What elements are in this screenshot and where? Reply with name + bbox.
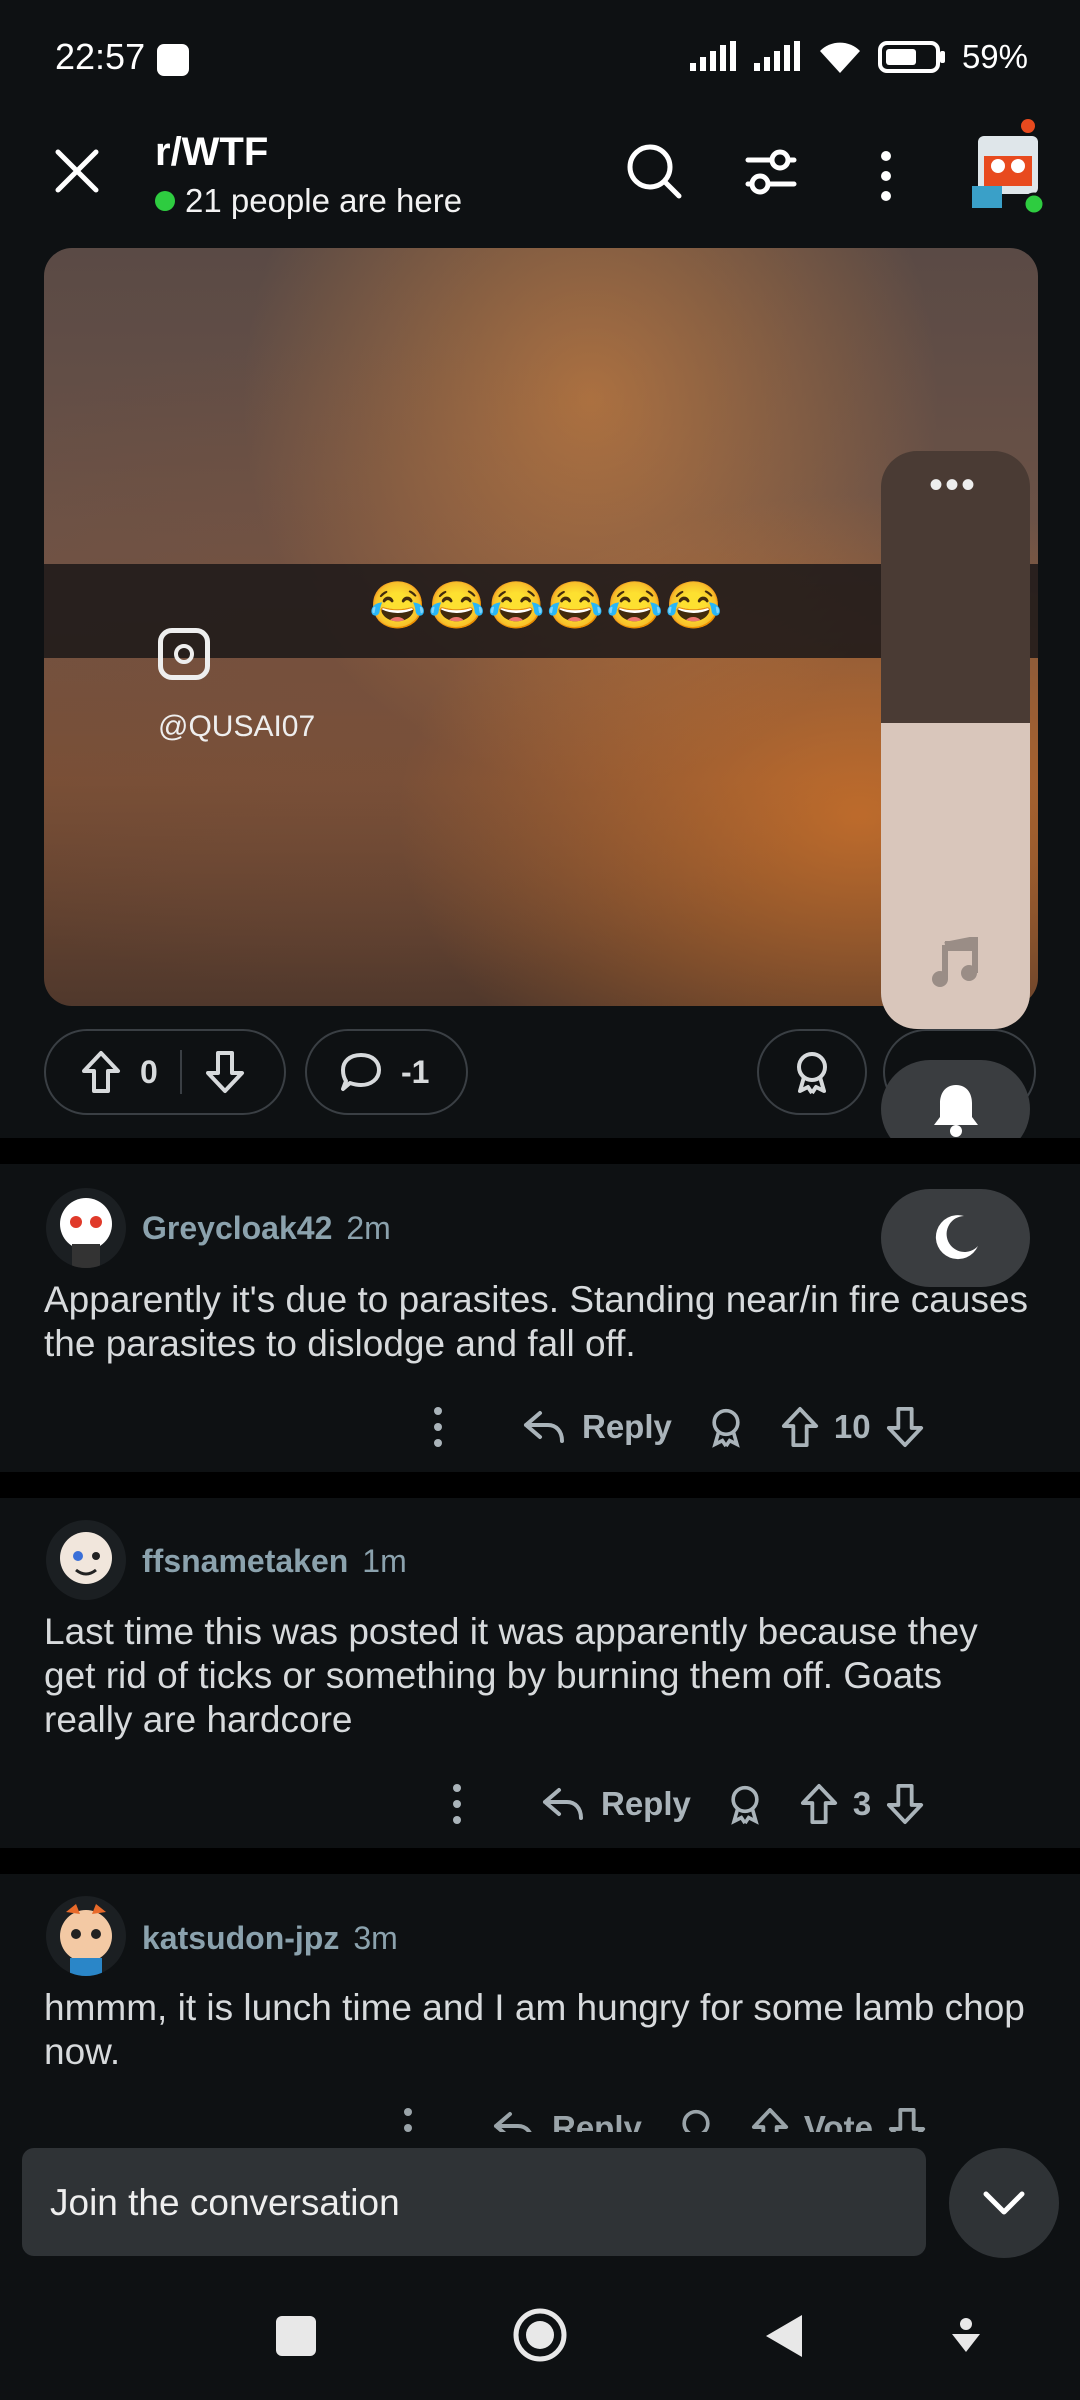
- instagram-icon: [158, 628, 210, 680]
- user-avatar[interactable]: [966, 116, 1050, 216]
- music-note-icon: [932, 937, 978, 987]
- comment-time: 1m: [362, 1543, 407, 1579]
- avatar-image: [972, 119, 1046, 216]
- comment-body: Apparently it's due to parasites. Standi…: [44, 1279, 1029, 1364]
- avatar-image: [60, 1904, 112, 1976]
- avatar[interactable]: [46, 1520, 126, 1600]
- presence-text: 21 people are here: [185, 182, 463, 219]
- comment-body: Last time this was posted it was apparen…: [44, 1611, 978, 1740]
- chevron-down-icon: [983, 2191, 1025, 2215]
- avatar-image: [60, 1198, 112, 1268]
- comment-header: ffsnametaken 1m: [142, 1543, 407, 1580]
- collapse-button[interactable]: [949, 2148, 1059, 2258]
- signal-icon-2: [753, 41, 800, 71]
- avatar[interactable]: [46, 1188, 126, 1268]
- more-options-icon[interactable]: [447, 1782, 467, 1826]
- search-icon[interactable]: [625, 142, 683, 200]
- home-button[interactable]: [512, 2307, 568, 2363]
- system-navigation: [0, 2290, 1080, 2400]
- online-dot: [155, 191, 175, 211]
- status-bar: 22:57 59%: [0, 0, 1080, 110]
- comment-composer[interactable]: Join the conversation: [22, 2148, 926, 2256]
- reply-label: Reply: [582, 1408, 672, 1445]
- reply-icon: [524, 1411, 564, 1443]
- comment-body: hmmm, it is lunch time and I am hungry f…: [44, 1987, 1025, 2072]
- comments-button[interactable]: -1: [305, 1029, 468, 1115]
- comment-author[interactable]: katsudon-jpz: [142, 1920, 339, 1957]
- comment-author[interactable]: ffsnametaken: [142, 1543, 348, 1580]
- comment-time: 2m: [346, 1210, 391, 1246]
- comment-header: katsudon-jpz 3m: [142, 1920, 398, 1957]
- dark-mode-button[interactable]: [881, 1189, 1030, 1287]
- vote-divider: [179, 1050, 182, 1094]
- award-icon: [797, 1052, 827, 1095]
- downvote-icon[interactable]: [204, 1049, 246, 1095]
- avatar-image: [60, 1532, 112, 1584]
- more-options-icon[interactable]: [874, 148, 898, 204]
- battery-icon: [877, 41, 945, 73]
- page-title[interactable]: r/WTF: [155, 130, 268, 175]
- award-icon[interactable]: [725, 1782, 765, 1826]
- top-bar: r/WTF 21 people are here: [0, 110, 1080, 245]
- section-divider: [0, 1472, 1080, 1498]
- filter-icon[interactable]: [742, 146, 800, 198]
- upvote-icon[interactable]: [80, 1049, 122, 1095]
- more-options-icon[interactable]: [428, 1405, 448, 1449]
- wifi-icon: [819, 42, 860, 73]
- downvote-icon[interactable]: [885, 1405, 925, 1449]
- post-score: 0: [140, 1053, 158, 1090]
- comment-count: -1: [401, 1053, 430, 1090]
- reply-icon: [543, 1788, 583, 1820]
- comment-actions: Reply 3: [447, 1782, 925, 1826]
- bell-icon: [933, 1085, 978, 1137]
- comment-score: 3: [852, 1785, 872, 1822]
- award-icon[interactable]: [706, 1405, 746, 1449]
- video-watermark-handle: @QUSAI07: [158, 710, 316, 743]
- avatar[interactable]: [46, 1896, 126, 1976]
- section-divider: [0, 1848, 1080, 1874]
- comment-header: Greycloak42 2m: [142, 1210, 391, 1247]
- comment-time: 3m: [353, 1920, 398, 1956]
- keyboard-hide-icon[interactable]: [950, 2316, 982, 2356]
- volume-more-icon[interactable]: •••: [929, 463, 977, 508]
- reply-label: Reply: [601, 1785, 691, 1822]
- recents-button[interactable]: [276, 2316, 316, 2356]
- notification-icon: [157, 44, 189, 76]
- moon-icon: [935, 1215, 978, 1260]
- battery-percent: 59%: [961, 38, 1028, 75]
- upvote-icon[interactable]: [799, 1782, 839, 1826]
- reply-button[interactable]: Reply: [522, 1407, 672, 1447]
- comment-author[interactable]: Greycloak42: [142, 1210, 332, 1247]
- comment-score: 10: [833, 1408, 871, 1445]
- vote-control: 0: [44, 1029, 286, 1115]
- award-button[interactable]: [757, 1029, 867, 1115]
- upvote-icon[interactable]: [780, 1405, 820, 1449]
- comment-icon: [341, 1053, 381, 1091]
- comment-vote: 10: [780, 1405, 925, 1449]
- composer-placeholder: Join the conversation: [50, 2182, 400, 2223]
- comment-vote: 3: [799, 1782, 925, 1826]
- downvote-icon[interactable]: [885, 1782, 925, 1826]
- presence-indicator: 21 people are here: [155, 182, 462, 220]
- status-icons: 59%: [688, 38, 1028, 76]
- section-divider: [0, 1138, 1080, 1164]
- signal-icon: [689, 41, 736, 71]
- clock: 22:57: [55, 36, 146, 77]
- comment-actions: Reply 10: [428, 1405, 925, 1449]
- back-button[interactable]: [762, 2311, 806, 2361]
- close-icon[interactable]: [52, 146, 102, 196]
- video-emojis: 😂😂😂😂😂😂: [369, 579, 725, 631]
- reply-button[interactable]: Reply: [541, 1784, 691, 1824]
- volume-slider[interactable]: •••: [881, 451, 1030, 1029]
